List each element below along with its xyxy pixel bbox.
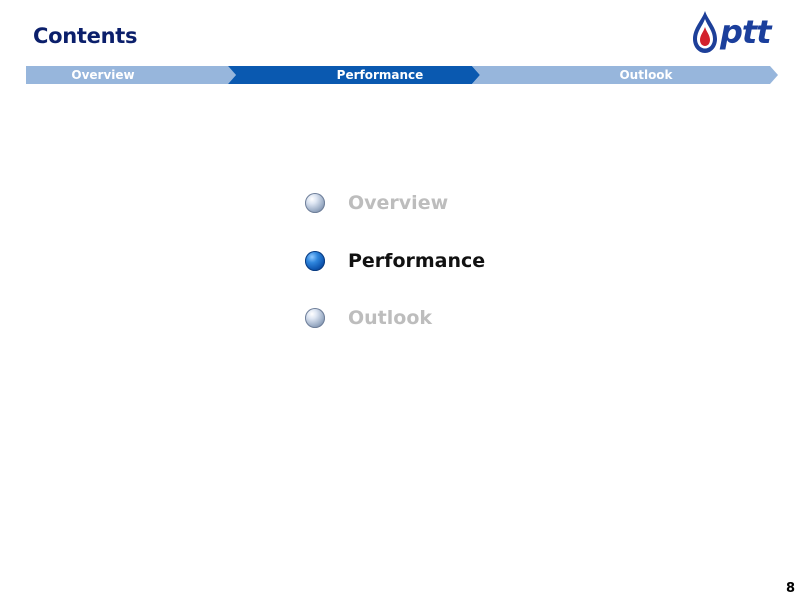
agenda-item-label: Outlook [348, 307, 433, 329]
page-title: Contents [33, 24, 138, 48]
agenda-item-performance[interactable]: Performance [304, 244, 604, 302]
ptt-logo-text: ptt [720, 13, 771, 51]
tab-outlook[interactable]: Outlook [476, 66, 800, 84]
agenda-item-label: Performance [348, 249, 486, 272]
section-nav: Overview Performance Outlook [26, 66, 778, 84]
bullet-icon [305, 250, 325, 271]
bullet-icon [305, 308, 325, 328]
agenda-item-outlook[interactable]: Outlook [304, 301, 604, 359]
agenda-item-label: Overview [348, 192, 449, 214]
ptt-flame-icon [693, 11, 717, 53]
agenda-list: Overview Performance Outlook [304, 186, 604, 359]
agenda-item-overview[interactable]: Overview [304, 186, 604, 244]
ptt-logo: ptt [690, 10, 790, 58]
page-number: 8 [785, 581, 795, 596]
bullet-icon [305, 193, 325, 213]
tab-overview[interactable]: Overview [26, 66, 180, 84]
